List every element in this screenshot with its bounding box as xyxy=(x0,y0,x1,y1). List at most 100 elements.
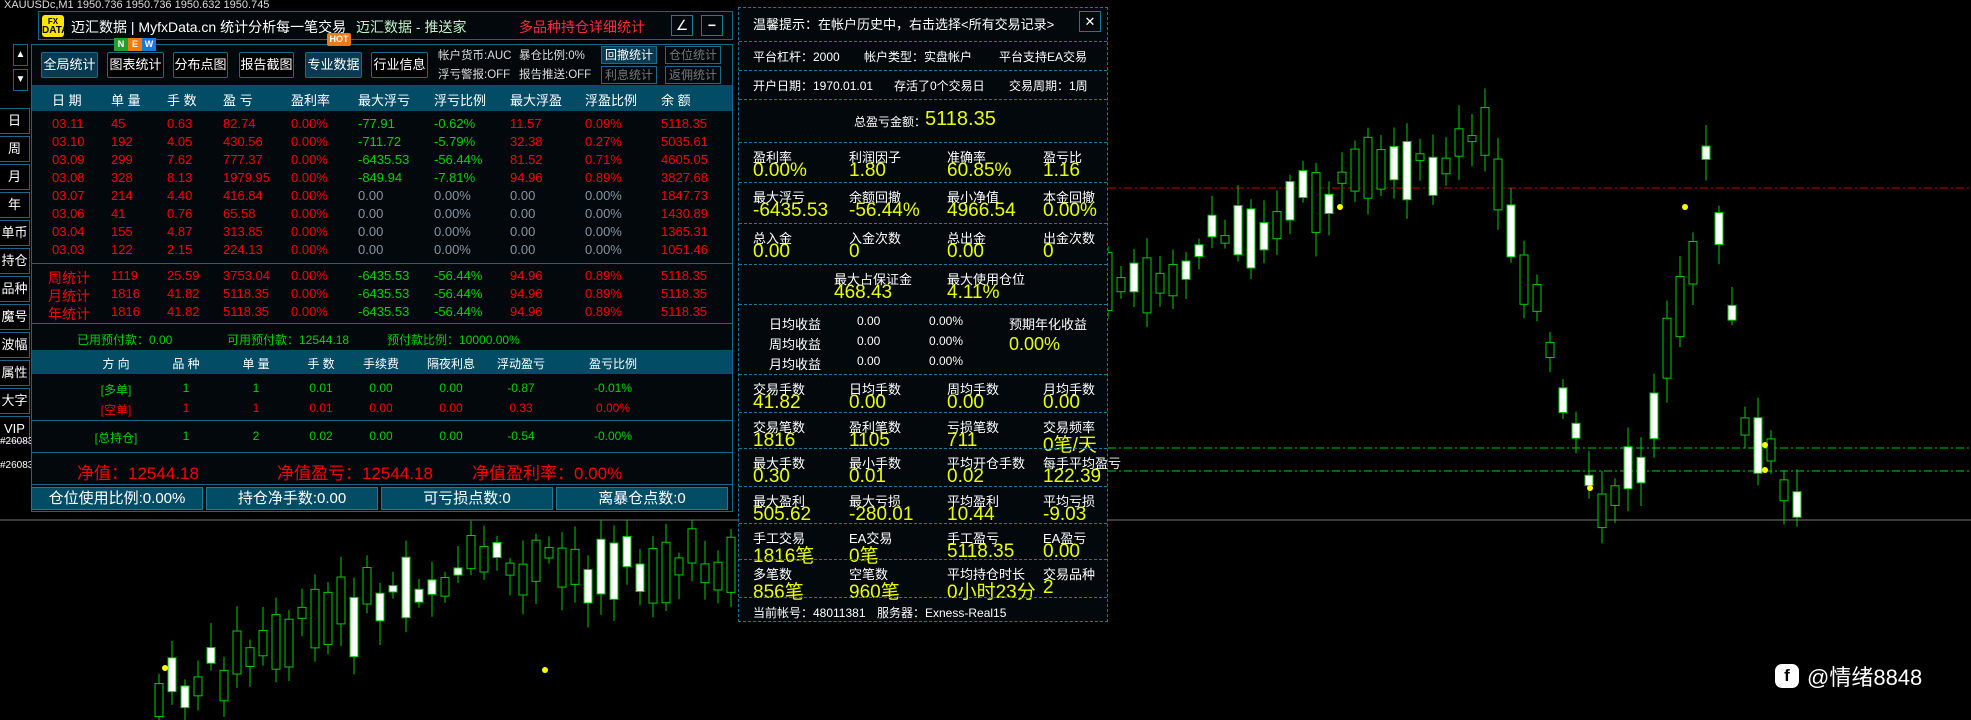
summary-row-cell: 41.82 xyxy=(167,304,200,319)
side-nav-10[interactable]: 大字 xyxy=(0,388,30,414)
candle-body xyxy=(1701,145,1711,160)
toolbar-button-2[interactable]: 分布点图 xyxy=(173,52,228,78)
side-nav-9[interactable]: 属性 xyxy=(0,360,30,386)
minimize-button[interactable]: − xyxy=(701,15,723,36)
candle-body xyxy=(505,562,515,576)
candle-body xyxy=(245,647,255,667)
daily-row-cell: 7.62 xyxy=(167,152,193,167)
stat-value: 0 xyxy=(849,241,860,262)
candle-body xyxy=(1285,181,1295,221)
close-button[interactable]: ✕ xyxy=(1079,11,1101,32)
stat-button-2[interactable]: 利息统计 xyxy=(601,66,657,84)
position-column-header: 浮动盈亏 xyxy=(496,357,545,371)
toolbar-button-5[interactable]: 行业信息 xyxy=(371,52,428,78)
scroll-up-button[interactable]: ▲ xyxy=(13,44,28,66)
side-nav-0[interactable]: 日 xyxy=(0,108,30,134)
trade-marker xyxy=(1337,204,1343,210)
income-cell: 0.00 xyxy=(857,334,881,348)
income-cell: 0.00 xyxy=(857,354,881,368)
bottom-button-0[interactable]: 仓位使用比例:0.00% xyxy=(31,487,203,510)
stat-button-1[interactable]: 仓位统计 xyxy=(665,46,721,64)
position-total-cell: -0.54 xyxy=(507,429,535,443)
bottom-button-3[interactable]: 离暴仓点数:0 xyxy=(556,487,728,510)
candle-body xyxy=(336,576,346,625)
account-info: 暴仓比例:0% xyxy=(519,50,585,62)
candle-body xyxy=(310,588,320,649)
side-nav-1[interactable]: 周 xyxy=(0,136,30,162)
position-total-cell: [总持仓] xyxy=(94,431,138,445)
bottom-button-2[interactable]: 可亏损点数:0 xyxy=(381,487,553,510)
toolbar-button-3[interactable]: 报告截图 xyxy=(239,52,294,78)
candle-body xyxy=(1519,254,1529,305)
candle-body xyxy=(1246,208,1256,269)
candle-body xyxy=(1337,171,1347,184)
position-total-cell: 0.02 xyxy=(309,429,333,443)
annual-return-value: 0.00% xyxy=(1009,334,1061,354)
daily-row-cell: 0.00% xyxy=(291,224,328,239)
candle-body xyxy=(1623,446,1633,490)
candle-body xyxy=(1155,272,1165,294)
candle-body xyxy=(570,548,580,585)
daily-row-cell: 41 xyxy=(111,206,126,221)
daily-row-cell: 0.00% xyxy=(291,134,328,149)
fxdata-logo: FX DATA xyxy=(42,15,69,37)
side-nav-5[interactable]: 持仓 xyxy=(0,248,30,274)
daily-row-cell: 5035.61 xyxy=(661,134,708,149)
side-nav-8[interactable]: 波幅 xyxy=(0,332,30,358)
stat-value: 60.85% xyxy=(947,160,1012,181)
daily-row-cell: 0.00% xyxy=(291,188,328,203)
column-header: 最大浮亏 xyxy=(358,93,411,108)
position-row-cell: -0.01% xyxy=(593,381,633,395)
position-row-cell: 0.00% xyxy=(595,401,631,415)
account-info: 报告推送:OFF xyxy=(519,69,592,81)
platform-info: 平台支持EA交易 xyxy=(999,50,1088,64)
toolbar-button-1[interactable]: 图表统计 xyxy=(107,52,164,78)
toolbar-button-0[interactable]: 全局统计 xyxy=(41,52,98,78)
daily-row-cell: 0.00 xyxy=(510,206,536,221)
side-nav-2[interactable]: 月 xyxy=(0,164,30,190)
candle-body xyxy=(1597,493,1607,529)
daily-row-cell: 313.85 xyxy=(223,224,263,239)
candle-body xyxy=(674,557,684,576)
summary-row-cell: -6435.53 xyxy=(358,268,410,283)
total-profit-label: 总盈亏金额： xyxy=(854,115,927,129)
summary-row-cell: -6435.53 xyxy=(358,304,410,319)
daily-row-cell: -849.94 xyxy=(358,170,403,185)
daily-row-cell: 0.00% xyxy=(585,188,622,203)
toolbar-button-4[interactable]: 专业数据 xyxy=(305,52,362,78)
summary-row-cell: 5118.35 xyxy=(661,268,708,283)
stat-value: 0.00 xyxy=(1043,392,1080,413)
daily-row-cell: -711.72 xyxy=(358,134,402,149)
candle-body xyxy=(362,567,372,605)
side-nav-3[interactable]: 年 xyxy=(0,192,30,218)
scroll-down-button[interactable]: ▼ xyxy=(13,69,28,91)
prepay-info: 已用预付款：0.00 xyxy=(77,333,173,347)
candle-body xyxy=(1636,456,1646,484)
candle-body xyxy=(206,647,216,664)
candle-body xyxy=(1272,211,1282,240)
position-row-cell: 1 xyxy=(182,381,190,395)
summary-row-cell: 1816 xyxy=(111,304,140,319)
side-nav-4[interactable]: 单币 xyxy=(0,220,30,246)
edit-button[interactable]: ∠ xyxy=(671,15,693,36)
daily-row-cell: 1847.73 xyxy=(661,188,708,203)
bottom-button-1[interactable]: 持仓净手数:0.00 xyxy=(206,487,378,510)
daily-row-cell: -77.91 xyxy=(358,116,395,131)
side-nav-6[interactable]: 品种 xyxy=(0,276,30,302)
prepay-info: 可用预付款：12544.18 xyxy=(227,333,350,347)
stat-button-3[interactable]: 返佣统计 xyxy=(665,66,721,84)
candle-body xyxy=(271,614,281,670)
daily-row-cell: 0.00% xyxy=(585,206,622,221)
stat-button-0[interactable]: 回撤统计 xyxy=(601,46,657,64)
candle-body xyxy=(167,657,177,693)
side-nav-7[interactable]: 魔号 xyxy=(0,304,30,330)
watermark: f @情绪8848 xyxy=(1775,660,1922,692)
candle-body xyxy=(414,588,424,603)
position-total-cell: 0.00 xyxy=(439,429,463,443)
position-row-cell: 0.00 xyxy=(369,401,393,415)
trade-marker xyxy=(1762,442,1768,448)
candle-body xyxy=(297,606,307,619)
candle-body xyxy=(375,592,385,622)
candle-body xyxy=(1220,235,1230,244)
column-header: 盈 亏 xyxy=(223,93,253,108)
